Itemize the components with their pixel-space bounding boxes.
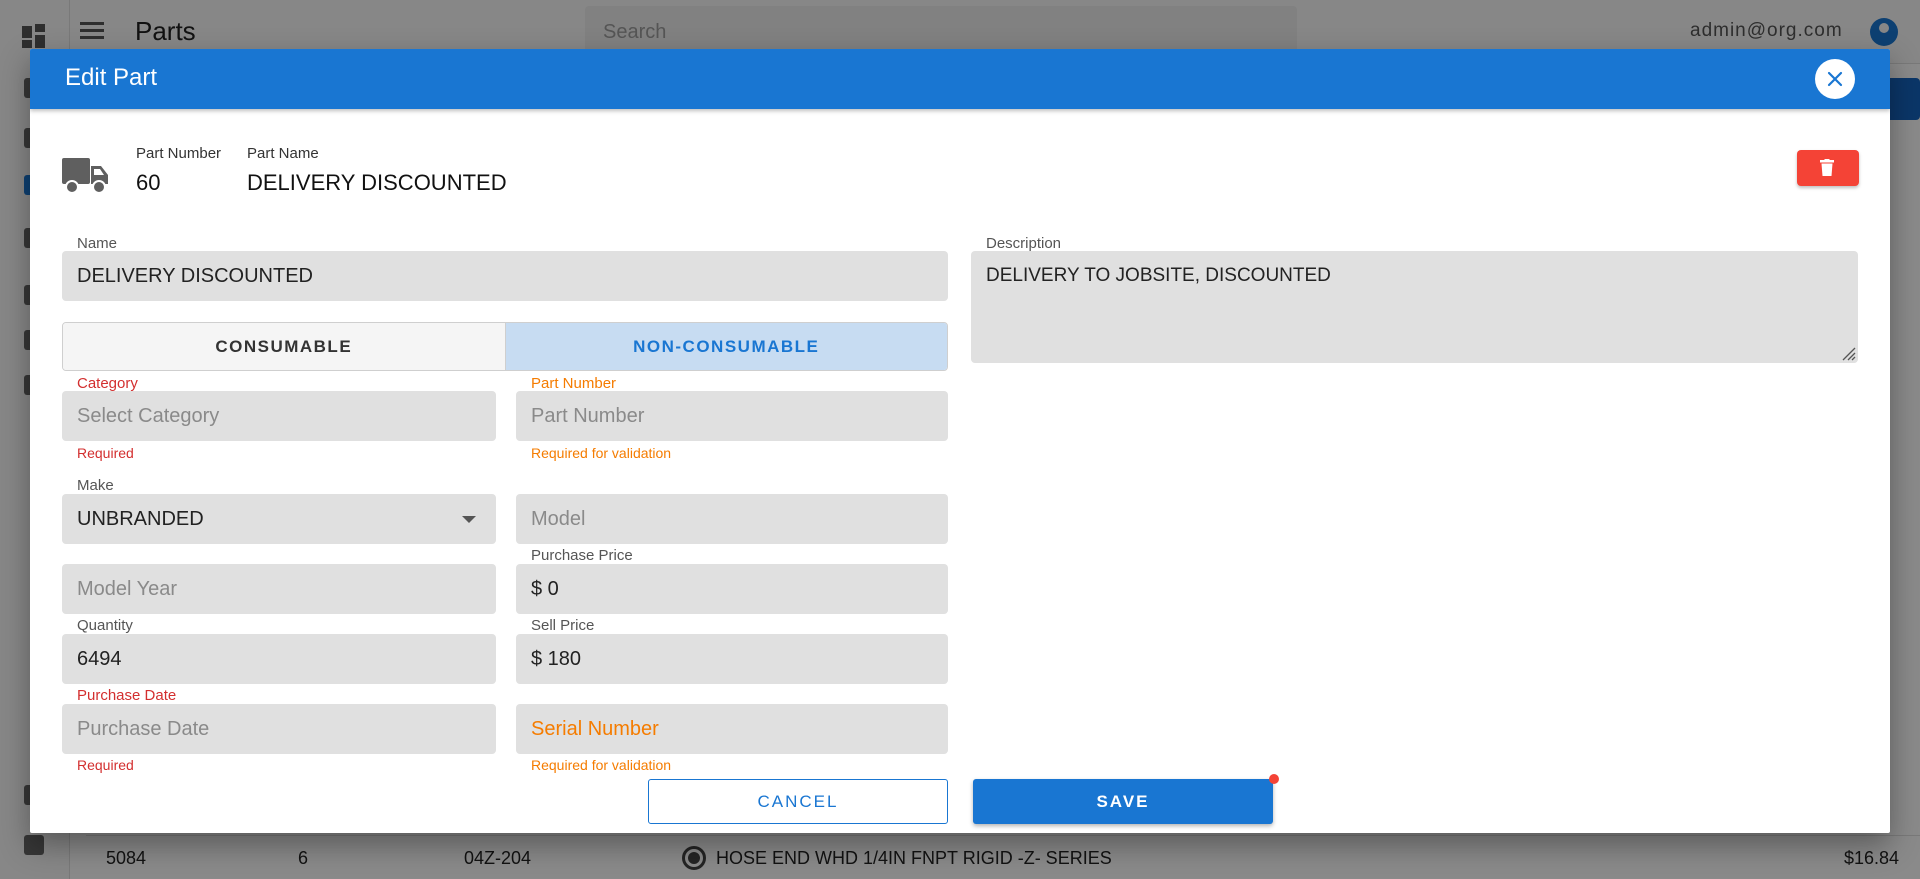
category-helper: Required	[77, 445, 134, 461]
part-number-placeholder: Part Number	[531, 405, 645, 427]
part-number-helper: Required for validation	[531, 445, 672, 461]
category-label: Category	[77, 375, 138, 392]
consumable-toggle: CONSUMABLE NON-CONSUMABLE	[62, 322, 948, 371]
serial-number-helper: Required for validation	[531, 757, 672, 773]
description-field[interactable]: DELIVERY TO JOBSITE, DISCOUNTED	[971, 251, 1858, 363]
close-button[interactable]	[1815, 59, 1855, 99]
edit-part-dialog: Edit Part Part Number 60 Part Name DELIV…	[30, 49, 1890, 833]
unsaved-indicator	[1269, 774, 1279, 784]
non-consumable-option[interactable]: NON-CONSUMABLE	[505, 323, 947, 370]
description-label: Description	[986, 235, 1062, 252]
category-select[interactable]: Select Category	[62, 391, 496, 441]
purchase-price-field[interactable]: $ 0	[516, 564, 948, 614]
part-number-value: 60	[136, 170, 161, 195]
purchase-date-label: Purchase Date	[77, 687, 177, 704]
name-field[interactable]: DELIVERY DISCOUNTED	[62, 251, 948, 301]
category-placeholder: Select Category	[77, 405, 220, 427]
part-name-label: Part Name	[247, 145, 319, 162]
make-select[interactable]: UNBRANDED	[62, 494, 496, 544]
serial-number-placeholder: Serial Number	[531, 718, 659, 740]
model-year-placeholder: Model Year	[77, 578, 178, 600]
model-placeholder: Model	[531, 508, 586, 530]
dialog-header: Edit Part	[30, 49, 1890, 109]
sell-price-field[interactable]: $ 180	[516, 634, 948, 684]
name-label: Name	[77, 235, 118, 252]
purchase-date-field[interactable]: Purchase Date	[62, 704, 496, 754]
dialog-title: Edit Part	[65, 64, 158, 91]
make-label: Make	[77, 477, 114, 494]
sell-price-label: Sell Price	[531, 617, 595, 634]
trash-icon	[1820, 159, 1834, 176]
purchase-date-helper: Required	[77, 757, 134, 773]
resize-handle-icon[interactable]	[1840, 345, 1856, 361]
close-icon	[1827, 71, 1843, 87]
model-year-field[interactable]: Model Year	[62, 564, 496, 614]
part-name-value: DELIVERY DISCOUNTED	[247, 170, 507, 195]
part-number-field-label: Part Number	[531, 375, 617, 392]
make-value: UNBRANDED	[77, 508, 204, 530]
description-text: DELIVERY TO JOBSITE, DISCOUNTED	[986, 265, 1331, 286]
truck-icon	[62, 158, 108, 194]
quantity-label: Quantity	[77, 617, 133, 634]
part-number-label: Part Number	[136, 145, 222, 162]
delete-button[interactable]	[1797, 150, 1859, 186]
serial-number-field[interactable]: Serial Number	[516, 704, 948, 754]
purchase-date-placeholder: Purchase Date	[77, 718, 210, 740]
dropdown-arrow-icon	[462, 516, 476, 523]
part-number-field[interactable]: Part Number	[516, 391, 948, 441]
save-button[interactable]: SAVE	[973, 779, 1273, 824]
purchase-price-label: Purchase Price	[531, 547, 633, 564]
consumable-option[interactable]: CONSUMABLE	[63, 323, 506, 370]
quantity-field[interactable]: 6494	[62, 634, 496, 684]
model-field[interactable]: Model	[516, 494, 948, 544]
cancel-button[interactable]: CANCEL	[648, 779, 948, 824]
